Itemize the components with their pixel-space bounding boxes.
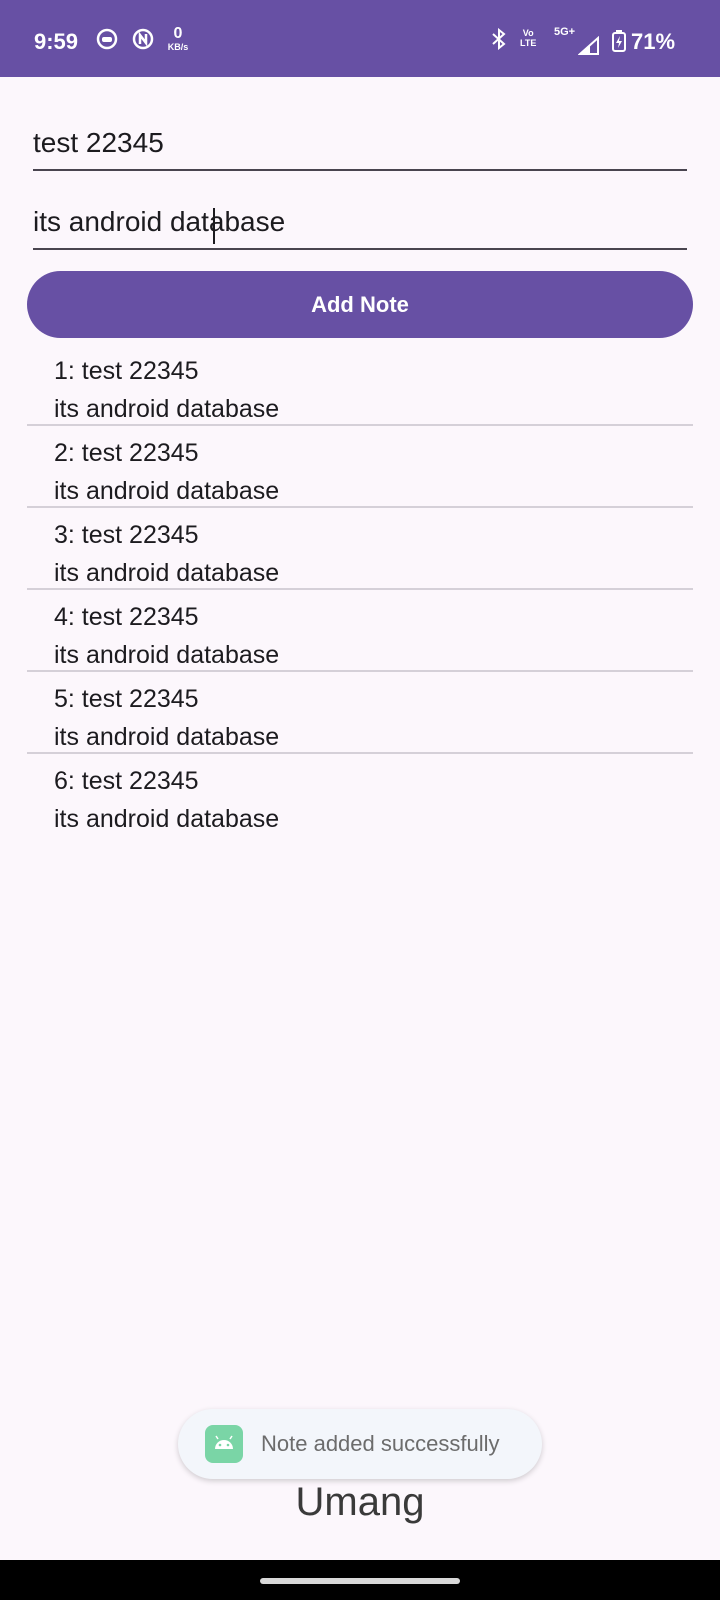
status-bar: 9:59 0 KB/s Vo LTE 5G+ 71% [0, 0, 720, 77]
list-item[interactable]: 5: test 22345 its android database [27, 672, 693, 754]
status-time: 9:59 [34, 29, 79, 54]
list-item[interactable]: 3: test 22345 its android database [27, 508, 693, 590]
title-input-value: test 22345 [33, 127, 164, 158]
bluetooth-icon [490, 27, 508, 55]
android-app-icon [205, 1425, 243, 1463]
battery-percent: 71% [631, 29, 676, 54]
signal-icon [577, 35, 600, 61]
navigation-bar [0, 1560, 720, 1600]
note-title: 6: test 22345 [54, 767, 199, 795]
title-input[interactable]: test 22345 [33, 127, 687, 171]
network-type: 5G+ [554, 26, 576, 38]
volte-indicator: Vo LTE [520, 28, 537, 48]
app-notification-icon-2 [132, 28, 154, 55]
add-note-button[interactable]: Add Note [27, 271, 693, 338]
list-item[interactable]: 6: test 22345 its android database [27, 754, 693, 836]
footer-name: Umang [295, 1480, 425, 1524]
content-input-value: its android database [33, 206, 286, 237]
note-title: 5: test 22345 [54, 685, 199, 713]
note-body: its android database [54, 641, 280, 669]
note-body: its android database [54, 805, 280, 833]
note-body: its android database [54, 395, 280, 423]
list-item[interactable]: 4: test 22345 its android database [27, 590, 693, 672]
note-title: 3: test 22345 [54, 521, 199, 549]
app-notification-icon [96, 28, 118, 55]
battery-charging-icon [612, 30, 626, 57]
note-title: 1: test 22345 [54, 357, 199, 385]
list-item[interactable]: 2: test 22345 its android database [27, 426, 693, 508]
notes-list: 1: test 22345 its android database 2: te… [27, 344, 693, 836]
list-item[interactable]: 1: test 22345 its android database [27, 344, 693, 426]
toast-text: Note added successfully [261, 1431, 500, 1456]
toast-message: Note added successfully [178, 1409, 542, 1479]
gesture-handle[interactable] [260, 1578, 460, 1584]
note-title: 2: test 22345 [54, 439, 199, 467]
content-input[interactable]: its android database [33, 206, 687, 250]
note-body: its android database [54, 723, 280, 751]
text-cursor [213, 208, 215, 244]
net-speed: 0 KB/s [167, 25, 189, 53]
note-body: its android database [54, 477, 280, 505]
note-body: its android database [54, 559, 280, 587]
note-title: 4: test 22345 [54, 603, 199, 631]
